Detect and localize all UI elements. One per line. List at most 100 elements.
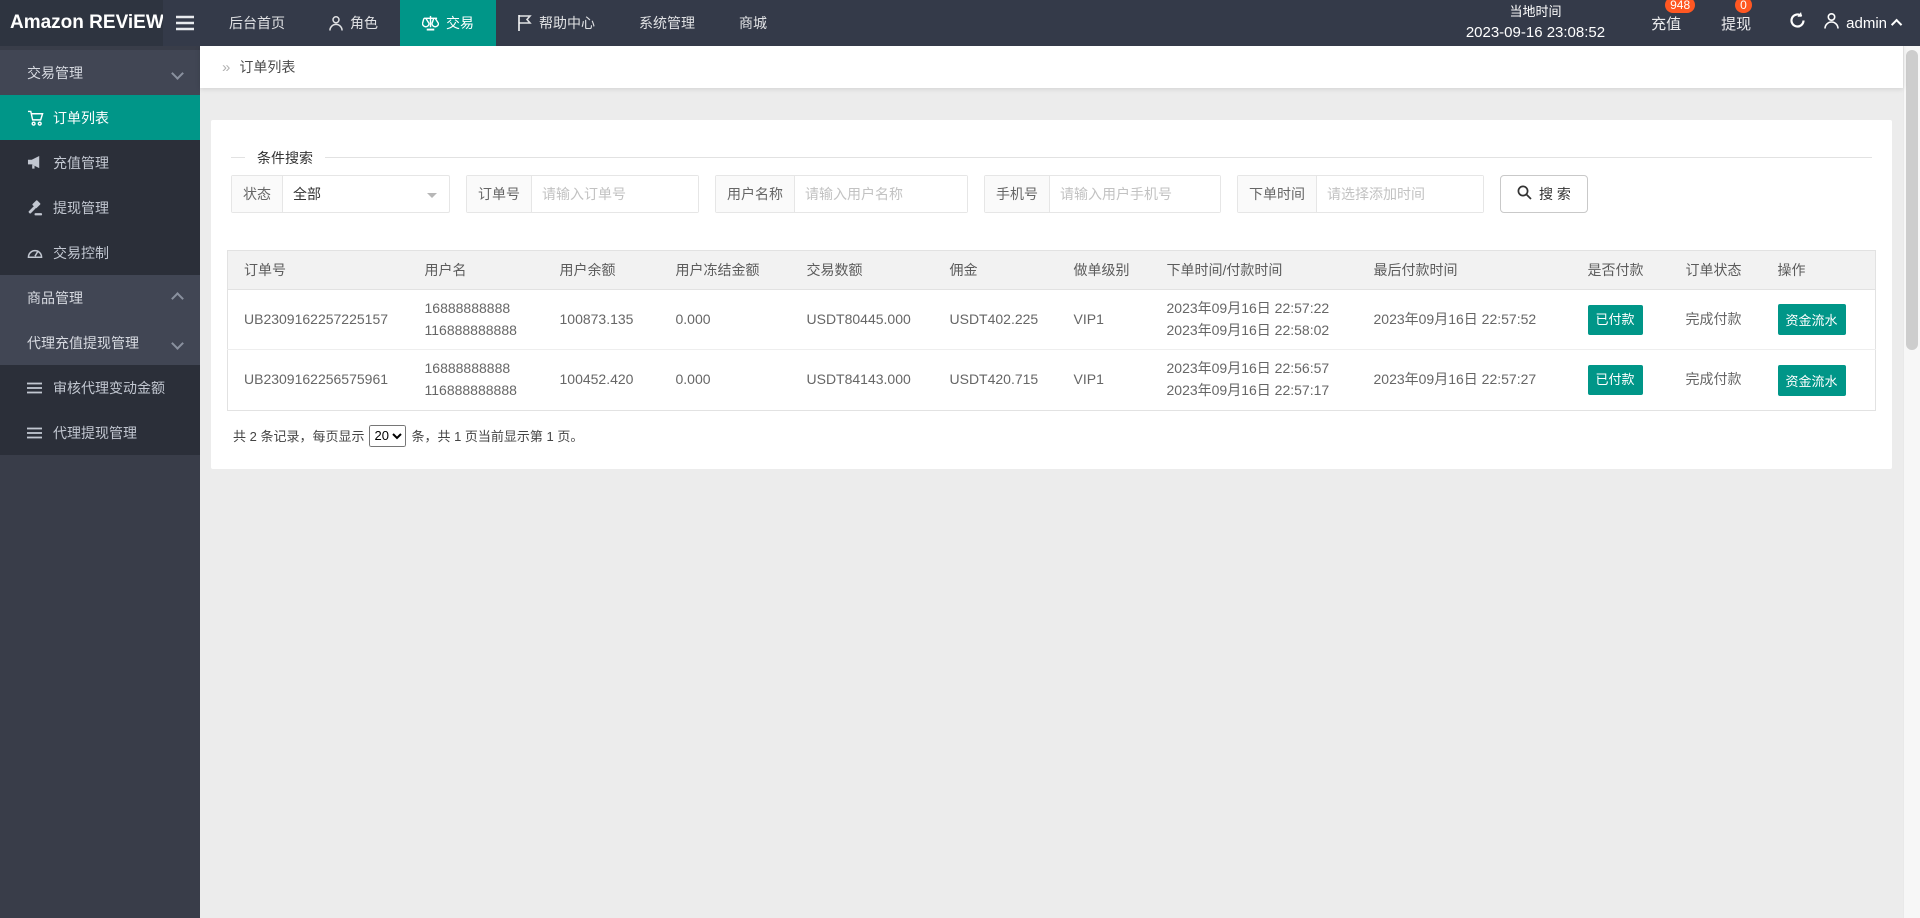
user-name-cell: 16888888888 116888888888 [408, 289, 544, 351]
person-icon [1824, 12, 1839, 33]
search-fieldset: 条件搜索 状态全部订单号用户名称手机号下单时间搜 索 [231, 148, 1872, 213]
order-status-cell: 完成付款 [1670, 350, 1762, 410]
nav-item-2[interactable]: 交易 [400, 0, 496, 46]
fund-flow-button[interactable]: 资金流水 [1777, 304, 1846, 336]
megaphone-icon [27, 155, 44, 170]
sidebar-item-goods-management[interactable]: 商品管理 [0, 275, 200, 320]
hamburger-icon [176, 15, 194, 31]
order-pay-times: 2023年09月16日 22:57:22 2023年09月16日 22:58:02 [1167, 298, 1342, 341]
phone-field-group: 手机号 [984, 175, 1221, 213]
level-value: VIP1 [1073, 310, 1104, 327]
withdraw-badge: 0 [1735, 0, 1752, 13]
app-logo: Amazon REViEW RoB... [0, 0, 163, 46]
column-header-10: 订单状态 [1669, 250, 1762, 290]
nav-item-label: 后台首页 [229, 15, 285, 31]
nav-item-1[interactable]: 角色 [307, 0, 400, 46]
sidebar-item-order-list[interactable]: 订单列表 [0, 95, 200, 140]
phone-input[interactable] [1050, 176, 1220, 212]
order-no-cell: UB2309162257225157 [227, 289, 409, 351]
times-cell: 2023年09月16日 22:57:22 2023年09月16日 22:58:02 [1150, 289, 1358, 351]
user-name-cell: 16888888888 116888888888 [409, 350, 544, 410]
order-list-card: 条件搜索 状态全部订单号用户名称手机号下单时间搜 索 订单号用户名用户余额用户冻… [211, 120, 1892, 469]
cart-icon [27, 110, 44, 126]
scrollbar [1903, 46, 1920, 918]
nav-item-label: 角色 [350, 15, 378, 31]
sidebar-item-audit-agent-amount[interactable]: 审核代理变动金额 [0, 365, 200, 410]
amount-cell: USDT80445.000 [790, 289, 934, 351]
user-name-label: 用户名称 [716, 176, 795, 212]
column-header-0: 订单号 [227, 250, 409, 290]
commission-cell: USDT420.715 [934, 350, 1058, 410]
status-field-group: 状态 全部 [231, 175, 450, 213]
level-value: VIP1 [1073, 371, 1104, 388]
nav-item-3[interactable]: 帮助中心 [496, 0, 617, 46]
nav-item-4[interactable]: 系统管理 [617, 0, 717, 46]
list-icon [27, 382, 44, 394]
column-header-4: 交易数额 [790, 250, 934, 290]
sidebar-item-label: 商品管理 [27, 289, 83, 306]
balance-value: 100873.135 [559, 310, 634, 327]
scrollbar-thumb[interactable] [1906, 50, 1918, 350]
gauge-icon [27, 245, 44, 260]
page-size-select[interactable]: 20 [369, 424, 407, 447]
local-time-value: 2023-09-16 23:08:52 [1465, 23, 1606, 41]
sidebar: 交易管理 订单列表 充值管理 提现管理交易控制商品管理代理充值提现管理审核代理变动金额… [0, 46, 200, 918]
amount-value: USDT80445.000 [806, 310, 911, 327]
order-no-cell-value: UB2309162257225157 [244, 310, 389, 327]
order-no-cell: UB2309162256575961 [228, 350, 409, 410]
column-header-2: 用户余额 [543, 250, 660, 290]
order-pay-times-line: 2023年09月16日 22:57:17 [1166, 382, 1330, 399]
sidebar-item-trade-management[interactable]: 交易管理 [0, 50, 200, 95]
list-icon [27, 427, 44, 439]
last-pay-time-value: 2023年09月16日 22:57:52 [1373, 310, 1537, 327]
fund-flow-button[interactable]: 资金流水 [1777, 364, 1846, 396]
order-time-input[interactable] [1317, 176, 1483, 212]
pagination-text-after: 条，共 1 页当前显示第 1 页。 [411, 429, 584, 445]
order-status-cell: 完成付款 [1669, 289, 1762, 351]
chevron-up-icon [171, 290, 184, 306]
user-menu[interactable]: admin [1824, 12, 1903, 33]
sidebar-item-recharge-management[interactable]: 充值管理 [0, 140, 200, 185]
paid-status-badge: 已付款 [1587, 364, 1643, 396]
sidebar-item-trade-control[interactable]: 交易控制 [0, 230, 200, 275]
refresh-button[interactable] [1789, 12, 1806, 34]
search-button[interactable]: 搜 索 [1500, 175, 1588, 213]
scales-icon [422, 15, 439, 31]
column-header-1: 用户名 [408, 250, 544, 290]
sidebar-item-agent-recharge-withdraw[interactable]: 代理充值提现管理 [0, 320, 200, 365]
paid-status-badge: 已付款 [1587, 304, 1643, 335]
amount-value: USDT84143.000 [806, 371, 911, 388]
frozen-value: 0.000 [675, 310, 711, 327]
user-name-input[interactable] [795, 176, 967, 212]
order-pay-times-line: 2023年09月16日 22:58:02 [1166, 321, 1330, 338]
sidebar-toggle-button[interactable] [163, 0, 207, 46]
order-no-input[interactable] [532, 176, 698, 212]
sidebar-item-agent-withdraw-management[interactable]: 代理提现管理 [0, 410, 200, 455]
pagination-text-before: 共 2 条记录，每页显示 [233, 429, 365, 445]
recharge-link[interactable]: 充值 948 [1641, 0, 1696, 34]
top-menu: 后台首页 角色 交易 帮助中心 系统管理 商城 [207, 0, 789, 46]
flag-icon [518, 15, 532, 31]
main-content: » 订单列表 条件搜索 状态全部订单号用户名称手机号下单时间搜 索 订单号用户名… [200, 46, 1903, 918]
sidebar-item-withdraw-management[interactable]: 提现管理 [0, 185, 200, 230]
nav-item-label: 帮助中心 [539, 15, 595, 31]
user-names-line: 116888888888 [424, 382, 517, 399]
order-time-label: 下单时间 [1238, 176, 1317, 212]
nav-item-0[interactable]: 后台首页 [207, 0, 307, 46]
order-no-label: 订单号 [467, 176, 532, 212]
user-names-line: 16888888888 [424, 300, 511, 316]
action-cell: 资金流水 [1762, 350, 1876, 410]
withdraw-link[interactable]: 提现 0 [1711, 0, 1761, 34]
amount-cell: USDT84143.000 [791, 350, 934, 410]
search-form: 状态全部订单号 用户名称 手机号下单时间 搜 索 [231, 158, 1872, 213]
top-navbar: Amazon REViEW RoB... 后台首页角色交易帮助中心系统管理商城 … [0, 0, 1920, 46]
column-header-8: 最后付款时间 [1357, 250, 1572, 290]
orders-table: 订单号 用户名 用户余额 用户冻结金额 交易数额 佣金 做单级别 下单时间/付款时间 最后付款时… [227, 250, 1876, 411]
nav-item-5[interactable]: 商城 [717, 0, 789, 46]
column-header-11: 操作 [1761, 250, 1876, 290]
user-names: 16888888888 116888888888 [425, 298, 528, 341]
frozen-value: 0.000 [675, 371, 711, 388]
sidebar-item-label: 审核代理变动金额 [53, 379, 165, 396]
sidebar-item-label: 交易控制 [53, 244, 109, 261]
status-select[interactable]: 全部 [283, 176, 449, 212]
